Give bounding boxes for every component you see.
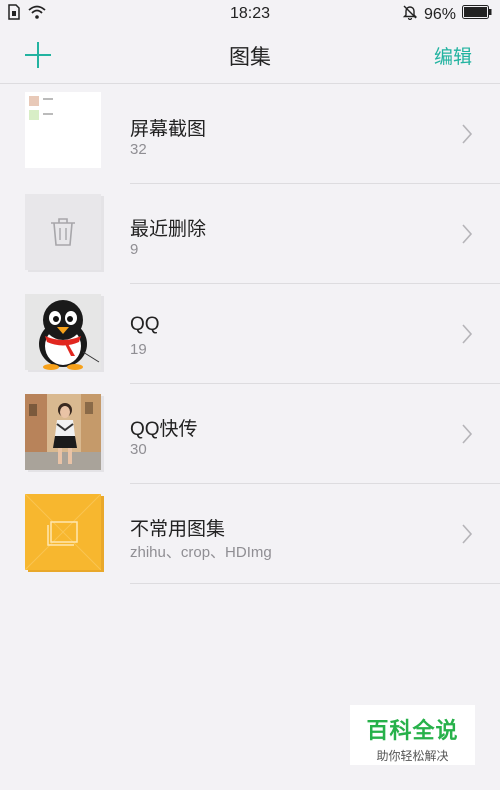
chevron-right-icon [462, 124, 473, 144]
album-name: QQ [130, 314, 160, 335]
album-thumbnail [25, 194, 104, 272]
album-name: QQ快传 [130, 419, 198, 440]
watermark: 百科全说 助你轻松解决 [350, 705, 475, 765]
watermark-subtitle: 助你轻松解决 [376, 749, 449, 763]
album-subtitle: zhihu、crop、HDImg [130, 544, 272, 561]
album-row-qq-transfer[interactable]: QQ快传 30 [0, 384, 500, 484]
album-row-screenshots[interactable]: 屏幕截图 32 [0, 84, 500, 184]
photo-image [25, 394, 101, 470]
folder-icon [25, 494, 101, 570]
chevron-right-icon [462, 324, 473, 344]
album-row-qq[interactable]: QQ 19 [0, 284, 500, 384]
album-thumbnail [25, 494, 104, 572]
album-count: 19 [130, 341, 147, 358]
chevron-right-icon [462, 424, 473, 444]
trash-icon [51, 218, 75, 246]
page-title: 图集 [229, 46, 271, 69]
album-row-rarely-used[interactable]: 不常用图集 zhihu、crop、HDImg [0, 484, 500, 584]
chevron-right-icon [462, 524, 473, 544]
screen: 18:23 96% 图集 编辑 屏幕截图 32 最近删除 9 QQ 19 QQ快… [0, 0, 500, 790]
penguin-image [39, 300, 100, 370]
album-name: 不常用图集 [130, 519, 226, 540]
album-name: 屏幕截图 [130, 119, 207, 140]
album-thumbnail [25, 92, 103, 170]
header: 图集 编辑 [0, 27, 500, 84]
edit-button[interactable]: 编辑 [434, 42, 472, 69]
album-thumbnail [25, 294, 104, 372]
status-bar: 18:23 96% [0, 0, 500, 27]
battery-percent: 96% [423, 5, 456, 23]
divider [130, 583, 500, 584]
album-list: 屏幕截图 32 最近删除 9 QQ 19 QQ快传 30 不常用图集 zhihu… [0, 84, 500, 584]
album-count: 30 [130, 441, 147, 458]
bell-muted-icon [402, 4, 418, 25]
chevron-right-icon [462, 224, 473, 244]
album-name: 最近删除 [130, 219, 207, 240]
album-count: 32 [130, 141, 147, 158]
battery-icon [462, 5, 492, 24]
album-thumbnail [25, 394, 104, 472]
album-count: 9 [130, 241, 139, 258]
watermark-title: 百科全说 [366, 718, 459, 743]
album-row-recently-deleted[interactable]: 最近删除 9 [0, 184, 500, 284]
status-right: 96% [402, 4, 492, 25]
screenshot-thumbnail [25, 92, 101, 168]
